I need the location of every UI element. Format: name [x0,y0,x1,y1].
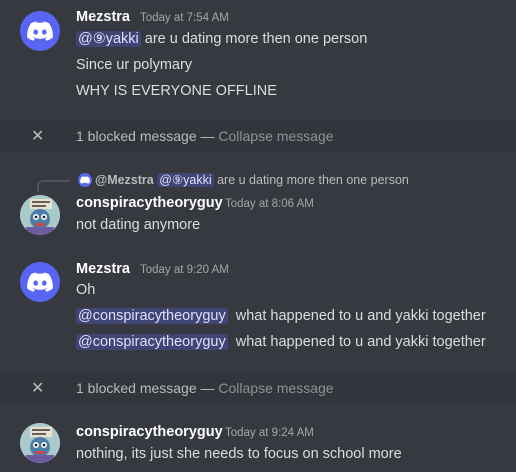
message-line: not dating anymore [76,217,201,233]
message-line: Since ur polymary [76,57,193,73]
blocked-message-label: 1 blocked message — Collapse message [76,128,334,144]
timestamp: Today at 9:20 AM [140,264,229,276]
username[interactable]: conspiracytheoryguy [76,195,223,211]
message-line: WHY IS EVERYONE OFFLINE [76,83,277,99]
message-line: @conspiracytheoryguy what happened to u … [76,334,486,350]
blocked-message-label: 1 blocked message — Collapse message [76,380,334,396]
user-mention[interactable]: @conspiracytheoryguy [76,308,228,324]
message-line: nothing, its just she needs to focus on … [76,446,402,462]
collapse-message-link[interactable]: Collapse message [218,380,333,396]
user-mention[interactable]: @⑨yakki [76,31,141,47]
username[interactable]: conspiracytheoryguy [76,424,223,440]
avatar[interactable] [20,195,60,235]
close-icon[interactable]: ✕ [31,126,44,146]
message-text: what happened to u and yakki together [227,308,486,324]
timestamp: Today at 8:06 AM [225,198,314,210]
reply-avatar[interactable] [78,173,92,187]
avatar[interactable] [20,423,60,463]
reply-author: @Mezstra [95,173,154,187]
user-mention[interactable]: @conspiracytheoryguy [76,334,228,350]
username[interactable]: Mezstra [76,261,130,277]
close-icon[interactable]: ✕ [31,378,44,398]
discord-logo-icon [80,176,90,184]
collapse-message-link[interactable]: Collapse message [218,128,333,144]
message-line: Oh [76,282,96,298]
reply-spine [37,180,70,192]
timestamp: Today at 9:24 AM [225,427,314,439]
avatar[interactable] [20,262,60,302]
blocked-message-bar: ✕ 1 blocked message — Collapse message [0,373,516,403]
message-text: what happened to u and yakki together [227,334,486,350]
message-line: @⑨yakki are u dating more then one perso… [76,31,367,47]
discord-logo-icon [27,272,53,292]
user-mention: @⑨yakki [157,173,214,187]
message-line: @conspiracytheoryguy what happened to u … [76,308,486,324]
user-avatar-image [20,195,60,235]
username[interactable]: Mezstra [76,9,130,25]
blocked-message-bar: ✕ 1 blocked message — Collapse message [0,121,516,151]
reply-preview[interactable]: @Mezstra @⑨yakki are u dating more then … [95,172,409,187]
timestamp: Today at 7:54 AM [140,12,229,24]
user-avatar-image [20,423,60,463]
discord-logo-icon [27,21,53,41]
message-text: are u dating more then one person [140,31,368,47]
reply-text: are u dating more then one person [217,173,409,187]
avatar[interactable] [20,11,60,51]
